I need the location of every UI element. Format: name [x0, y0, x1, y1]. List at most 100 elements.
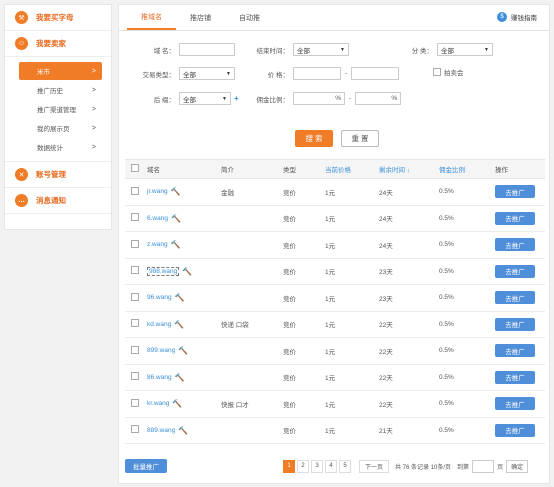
col-commission-sort[interactable]: 佣金比例	[439, 164, 495, 174]
promote-button[interactable]: 去推广	[495, 211, 535, 225]
page-3[interactable]: 3	[311, 459, 323, 473]
trade-type: 竞价	[283, 242, 296, 250]
table-row: kr.wang 🔨 快报 口才 竞价 1元 22天 0.5% 去推广	[125, 391, 545, 418]
sidebar-item-showcase[interactable]: 我的展示页 >	[19, 119, 102, 137]
page-5[interactable]: 5	[339, 459, 351, 473]
auction-label: 拍卖会	[444, 70, 464, 77]
promote-button[interactable]: 去推广	[495, 238, 535, 252]
end-time-label: 结束时间：	[256, 47, 290, 55]
sidebar-item-label: 推广历史	[37, 88, 63, 95]
commission-rate: 0.5%	[439, 400, 454, 408]
auction-hammer-icon: 🔨	[174, 293, 185, 303]
tab-bar: 推域名 推店铺 自动推 $ 赚钱指南	[119, 5, 549, 31]
commission-rate: 0.5%	[439, 294, 454, 302]
price-min-input[interactable]	[293, 67, 341, 80]
sidebar-section-buy[interactable]: ⚒ 我要买字母	[5, 5, 111, 31]
page-1[interactable]: 1	[283, 459, 295, 473]
domain-link[interactable]: kd.wang	[147, 321, 171, 328]
price-separator: -	[345, 70, 348, 77]
current-price: 1元	[325, 189, 336, 197]
tab-auto-promote[interactable]: 自动推	[225, 5, 274, 30]
row-checkbox[interactable]	[131, 239, 139, 248]
suffix-select[interactable]: 全部 ▼	[179, 92, 231, 105]
category-select[interactable]: 全部 ▼	[437, 43, 493, 56]
row-checkbox[interactable]	[131, 319, 139, 328]
auction-checkbox[interactable]	[433, 68, 441, 76]
trade-type: 竞价	[283, 401, 296, 409]
domain-link[interactable]: kr.wang	[147, 400, 169, 407]
commission-min-input[interactable]: %	[293, 92, 345, 105]
select-all-checkbox[interactable]	[131, 164, 139, 172]
time-left: 22天	[379, 375, 393, 383]
total-records: 共 76 条记录 10条/页	[395, 464, 452, 471]
domain-link[interactable]: 988.wang	[147, 266, 180, 276]
main-panel: 推域名 推店铺 自动推 $ 赚钱指南 域 名： 结束时间： 全部 ▼ 分 类： …	[118, 4, 550, 484]
domain-link[interactable]: z.wang	[147, 241, 168, 248]
auction-hammer-icon: 🔨	[170, 240, 181, 250]
sidebar-section-messages[interactable]: … 消息通知	[5, 188, 111, 214]
filter-panel: 域 名： 结束时间： 全部 ▼ 分 类： 全部 ▼ 交易类型： 全部 ▼ 价 格…	[119, 31, 549, 131]
tab-promote-shop[interactable]: 推店铺	[176, 5, 225, 30]
sidebar-item-history[interactable]: 推广历史 >	[19, 81, 102, 99]
domain-link[interactable]: 86.wang	[147, 374, 172, 381]
col-time-left-sort[interactable]: 剩余时间 ↓	[379, 164, 439, 174]
promote-button[interactable]: 去推广	[495, 344, 535, 358]
sidebar-item-label: 推广渠道管理	[37, 107, 76, 114]
goto-page-input[interactable]	[472, 459, 495, 473]
row-checkbox[interactable]	[131, 266, 139, 275]
page-4[interactable]: 4	[325, 459, 337, 473]
promote-button[interactable]: 去推广	[495, 370, 535, 384]
row-checkbox[interactable]	[131, 398, 139, 407]
table-footer: 批量推广 1 2 3 4 5 下一页 共 76 条记录 10条/页 到第 页 确…	[125, 457, 545, 475]
row-checkbox[interactable]	[131, 372, 139, 381]
next-page-button[interactable]: 下一页	[359, 459, 390, 473]
auction-hammer-icon: 🔨	[174, 372, 185, 382]
row-checkbox[interactable]	[131, 213, 139, 222]
chevron-right-icon: >	[91, 105, 96, 113]
sidebar-item-market[interactable]: 米市 >	[19, 62, 102, 80]
table-row: z.wang 🔨 竞价 1元 24天 0.5% 去推广	[125, 232, 545, 259]
sidebar-item-channels[interactable]: 推广渠道管理 >	[19, 100, 102, 118]
price-max-input[interactable]	[351, 67, 400, 80]
promote-button[interactable]: 去推广	[495, 185, 535, 199]
earn-guide-link[interactable]: $ 赚钱指南	[497, 12, 537, 22]
sidebar-section-sell[interactable]: ☺ 我要卖家	[5, 31, 111, 57]
time-left: 21天	[379, 428, 393, 436]
tab-promote-domain[interactable]: 推域名	[127, 5, 176, 30]
row-checkbox[interactable]	[131, 425, 139, 434]
row-checkbox[interactable]	[131, 345, 139, 354]
domain-link[interactable]: jr.wang	[147, 188, 168, 195]
end-time-select[interactable]: 全部 ▼	[293, 43, 349, 56]
search-button[interactable]: 搜 索	[295, 130, 333, 147]
domain-link[interactable]: 96.wang	[147, 294, 172, 301]
sidebar-item-label: 我的展示页	[37, 126, 70, 133]
promote-button[interactable]: 去推广	[495, 291, 535, 305]
add-suffix-icon[interactable]: +	[234, 94, 239, 103]
trade-type-select[interactable]: 全部 ▼	[179, 67, 235, 80]
col-price-sort[interactable]: 当前价格	[325, 164, 379, 174]
table-row: 899.wang 🔨 竞价 1元 22天 0.5% 去推广	[125, 338, 545, 365]
sidebar-section-account[interactable]: ✕ 账号管理	[5, 162, 111, 188]
domain-filter-input[interactable]	[179, 43, 235, 56]
row-checkbox[interactable]	[131, 186, 139, 195]
batch-promote-button[interactable]: 批量推广	[125, 459, 167, 473]
commission-max-input[interactable]: %	[355, 92, 402, 105]
promote-button[interactable]: 去推广	[495, 264, 535, 278]
trade-type: 竞价	[283, 295, 296, 303]
chevron-right-icon: >	[91, 67, 96, 75]
reset-button[interactable]: 重 置	[341, 130, 379, 147]
domain-link[interactable]: 899.wang	[147, 347, 175, 354]
domain-link[interactable]: 6.wang	[147, 215, 168, 222]
promote-button[interactable]: 去推广	[495, 423, 535, 437]
row-checkbox[interactable]	[131, 292, 139, 301]
price-label: 价 格：	[267, 71, 289, 79]
goto-confirm-button[interactable]: 确定	[506, 459, 529, 473]
promote-button[interactable]: 去推广	[495, 397, 535, 411]
promote-button[interactable]: 去推广	[495, 317, 535, 331]
sidebar-item-stats[interactable]: 数据统计 >	[19, 138, 102, 156]
page-2[interactable]: 2	[297, 459, 309, 473]
domain-intro: 快递 口袋	[221, 322, 249, 330]
domain-link[interactable]: 889.wang	[147, 427, 175, 434]
trade-type-value: 全部	[183, 71, 196, 79]
caret-down-icon: ▼	[226, 70, 231, 77]
